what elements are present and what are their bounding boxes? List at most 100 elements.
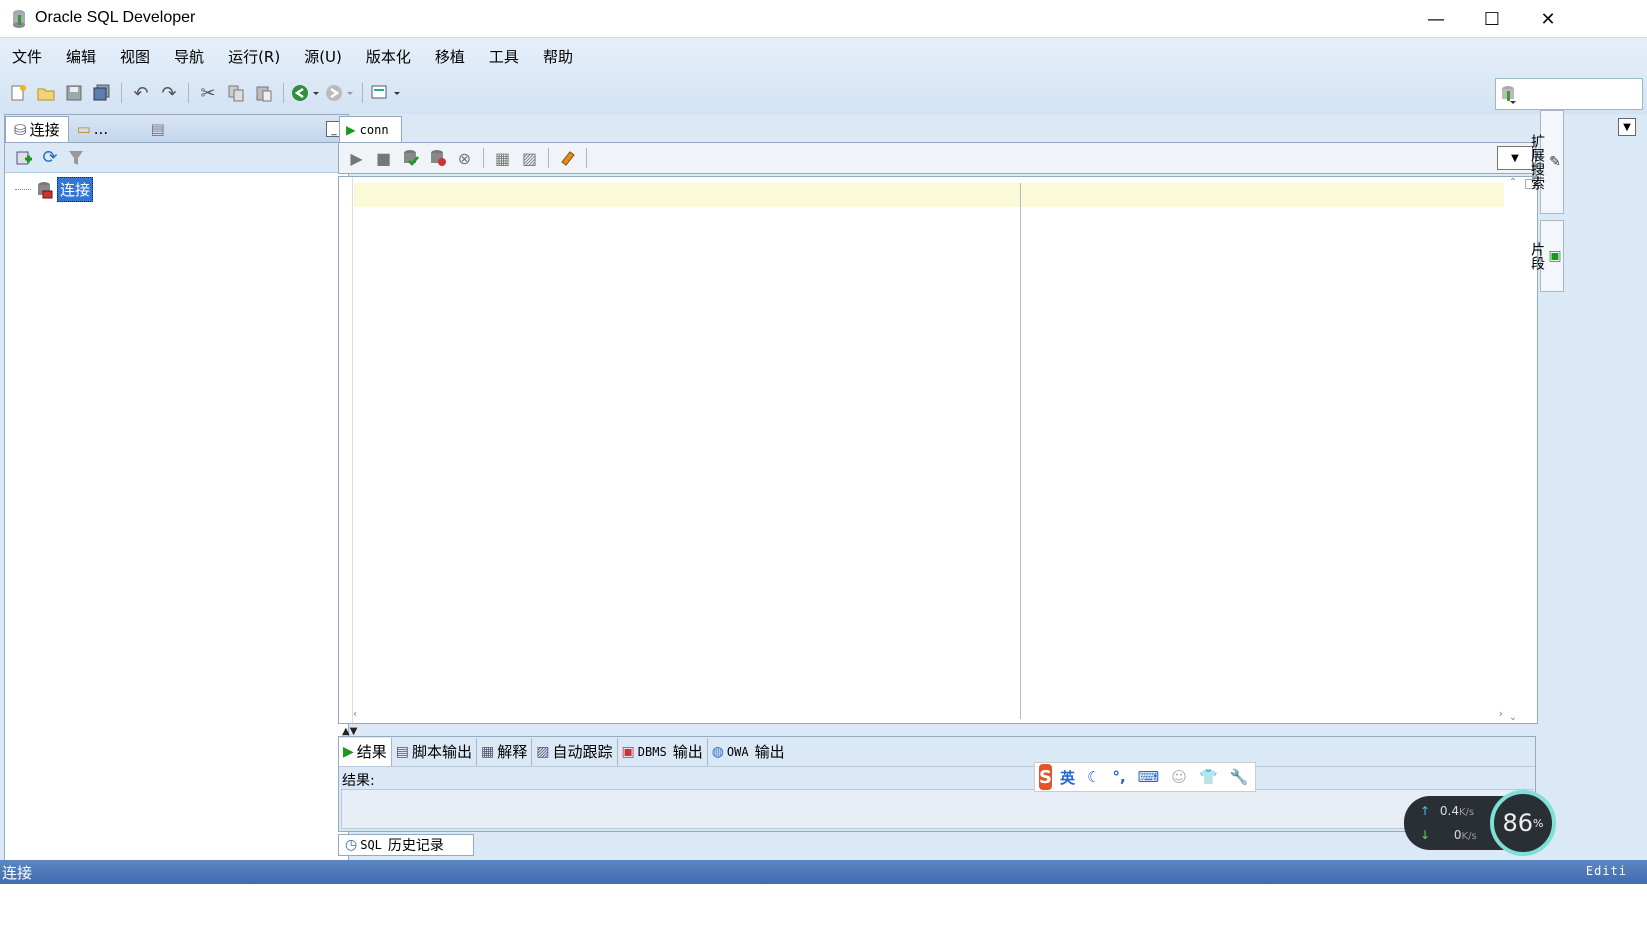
database-icon [1502,86,1516,104]
tab-list-dropdown-icon[interactable]: ▼ [1618,118,1636,136]
tab-connections-label: 连接 [29,121,60,139]
moon-icon[interactable]: ☾ [1087,768,1100,786]
app-icon [13,10,25,28]
tree-item-label: 连接 [57,177,94,202]
folder-icon: ▭ [76,120,91,138]
download-unit: K/s [1461,831,1477,842]
ime-language-toggle[interactable]: 英 [1060,767,1075,788]
menu-versioning[interactable]: 版本化 [366,46,411,67]
tab-conn-label: conn [359,122,389,137]
tab-autotrace[interactable]: ▨ 自动跟踪 [532,737,618,766]
upload-value: 0.4 [1439,804,1459,818]
reports-icon: ▤ [150,120,165,138]
snippets-button[interactable]: ▣ 片段 [1529,220,1564,292]
add-connection-icon[interactable] [11,144,37,172]
globe-icon: ◍ [711,743,724,760]
menu-view[interactable]: 视图 [120,46,150,67]
back-icon[interactable] [289,79,323,107]
forward-icon[interactable] [323,79,357,107]
explain-plan-icon[interactable]: ▦ [489,144,516,172]
menu-migration[interactable]: 移植 [435,46,465,67]
tree-item-connections[interactable]: 连接 [15,177,94,202]
network-monitor[interactable]: ↑ 0.4K/s ↓ 0K/s 86% [1404,790,1556,856]
punctuation-icon[interactable]: °, [1112,768,1125,786]
wrench-icon[interactable]: 🔧 [1230,768,1249,786]
right-dock: ✎ 扩展搜索 ▣ 片段 [1529,110,1566,310]
save-icon[interactable] [60,79,88,107]
tab-results[interactable]: ▶ 结果 [339,737,392,766]
toolbar-separator [586,148,587,168]
run-statement-icon[interactable]: ▶ [343,144,370,172]
menu-run[interactable]: 运行(R) [228,46,280,67]
horizontal-scrollbar[interactable]: ‹ › [353,707,1503,721]
editor-gutter [339,177,353,723]
autotrace-icon[interactable]: ▨ [516,144,543,172]
skin-shirt-icon[interactable]: 👕 [1199,768,1218,786]
results-tabs: ▶ 结果 ▤ 脚本输出 ▦ 解释 ▨ 自动跟踪 ▣ DBMS 输出 ◍ OWA … [339,737,1535,767]
connection-select[interactable] [1495,78,1643,110]
ime-toolbar: S 英 ☾ °, ⌨ ☺ 👕 🔧 [1034,762,1256,792]
undo-icon[interactable]: ↶ [127,79,155,107]
tab-script-output[interactable]: ▤ 脚本输出 [392,737,478,766]
copy-icon[interactable] [222,79,250,107]
vertical-scrollbar[interactable]: ⌃ ⌄ [1505,177,1521,723]
cancel-icon[interactable]: ⊗ [451,144,478,172]
commit-icon[interactable] [397,144,424,172]
redo-icon[interactable]: ↷ [155,79,183,107]
ime-logo[interactable]: S [1039,764,1052,790]
open-folder-icon[interactable] [32,79,60,107]
snippets-label: 片段 [1529,242,1545,270]
tab-files[interactable]: ▭ ... [69,116,143,142]
script-output-icon: ▤ [395,743,410,760]
extension-search-label: 扩展搜索 [1529,134,1545,190]
connections-icon: ⛁ [14,120,27,139]
scroll-right-icon[interactable]: › [1499,707,1503,721]
keyboard-icon[interactable]: ⌨ [1138,768,1160,786]
sql-editor[interactable]: ⌃ ⌄ ‹ › [338,176,1538,724]
save-all-icon[interactable] [88,79,116,107]
extension-search-button[interactable]: ✎ 扩展搜索 [1529,110,1564,214]
tab-dbms-label: DBMS [637,744,667,759]
user-icon[interactable]: ☺ [1171,768,1187,786]
tab-reports[interactable]: ▤ [143,116,173,142]
rollback-icon[interactable] [424,144,451,172]
worksheet-play-icon: ▶ [346,120,356,139]
cut-icon[interactable]: ✂ [194,79,222,107]
clear-eraser-icon[interactable] [554,144,581,172]
tab-sql-history[interactable]: ◷ SQL 历史记录 [338,834,474,856]
paste-icon[interactable] [250,79,278,107]
filter-icon[interactable] [63,144,89,172]
scroll-left-icon[interactable]: ‹ [353,707,357,721]
desktop-strip [0,884,1647,929]
upload-unit: K/s [1458,807,1475,818]
menu-file[interactable]: 文件 [12,46,42,67]
tab-owa-output[interactable]: ◍ OWA 输出 [708,738,789,766]
menu-tools[interactable]: 工具 [489,46,519,67]
download-value: 0 [1453,828,1462,842]
menu-help[interactable]: 帮助 [543,46,573,67]
tab-explain-label: 解释 [497,743,528,761]
scroll-down-icon[interactable]: ⌄ [1509,712,1517,723]
refresh-icon[interactable]: ⟳ [37,144,63,172]
run-script-icon[interactable]: ■ [370,144,397,172]
results-label: 结果: [342,773,375,789]
minimize-button[interactable]: — [1408,0,1464,38]
download-speed: ↓ 0K/s [1420,828,1477,842]
menu-navigate[interactable]: 导航 [174,46,204,67]
tab-conn[interactable]: ▶ conn [339,116,402,142]
menu-edit[interactable]: 编辑 [66,46,96,67]
close-button[interactable]: ✕ [1520,0,1576,38]
upload-arrow-icon: ↑ [1420,804,1431,818]
tab-explain[interactable]: ▦ 解释 [477,737,533,766]
scroll-up-icon[interactable]: ⌃ [1509,177,1517,188]
results-grid[interactable] [341,789,1533,829]
percent-value: 86 [1502,809,1534,837]
sql-worksheet-icon[interactable] [368,79,404,107]
maximize-button[interactable]: ☐ [1464,0,1520,38]
menu-source[interactable]: 源(U) [304,46,342,67]
tab-connections[interactable]: ⛁ 连接 [5,116,69,142]
tab-dbms-output[interactable]: ▣ DBMS 输出 [618,737,708,766]
new-file-icon[interactable] [4,79,32,107]
tab-owa-label: OWA [726,744,749,759]
results-play-icon: ▶ [343,743,354,760]
